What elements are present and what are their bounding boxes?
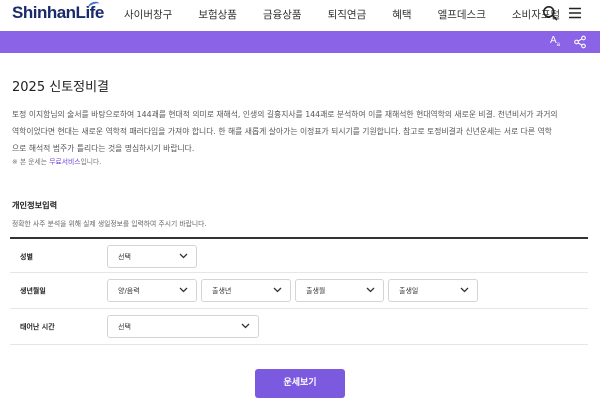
font-size-icon[interactable]: Aa [550,35,560,48]
free-service-link[interactable]: 무료서비스 [49,158,80,166]
birth-month-value: 출생월 [306,287,326,295]
view-fortune-button[interactable]: 운세보기 [255,369,345,398]
site-header: ShinhanLife 사이버창구 보험상품 금융상품 퇴직연금 혜택 엘프데스… [0,0,600,30]
main-nav: 사이버창구 보험상품 금융상품 퇴직연금 혜택 엘프데스크 소비자포털 [124,7,586,22]
birth-month-select[interactable]: 출생월 [295,279,384,302]
birth-time-select[interactable]: 선택 [107,315,259,338]
birth-day-value: 출생일 [399,287,419,295]
birth-time-row: 태어난 시간 선택 [10,309,588,345]
intro-line: 토정 이지함님의 술서를 바탕으로하여 144괘를 현대적 의미로 재해석, 인… [12,110,558,119]
hamburger-menu-icon[interactable] [567,5,583,21]
gender-label: 성별 [20,253,33,261]
birth-time-label: 태어난 시간 [20,323,55,331]
personal-info-form: 성별 선택 생년월일 양/음력 출생년 출생월 출생일 태어난 시간 선택 [10,237,588,345]
nav-item-cyber-window[interactable]: 사이버창구 [124,7,172,22]
chevron-down-icon [241,323,250,329]
intro-text: 토정 이지함님의 술서를 바탕으로하여 144괘를 현대적 의미로 재해석, 인… [12,106,592,157]
birth-day-select[interactable]: 출생일 [388,279,478,302]
chevron-down-icon [273,287,282,293]
calendar-type-select[interactable]: 양/음력 [107,279,197,302]
notice-prefix: ※ 본 운세는 [12,158,50,166]
birth-year-value: 출생년 [212,287,232,295]
chevron-down-icon [460,287,469,293]
intro-line: 으로 해석적 범주가 틀리다는 것을 명심하시기 바랍니다. [12,144,195,153]
section-title: 개인정보입력 [12,200,58,210]
intro-line: 역학이었다면 현대는 새로운 역학적 패러다임을 가져야 합니다. 한 해를 새… [12,127,552,136]
share-icon[interactable] [573,35,587,49]
birth-time-value: 선택 [118,323,131,331]
birthdate-row: 생년월일 양/음력 출생년 출생월 출생일 [10,273,588,309]
calendar-type-value: 양/음력 [118,287,140,295]
gender-row: 성별 선택 [10,237,588,273]
nav-item-pension[interactable]: 퇴직연금 [328,7,367,22]
chevron-down-icon [366,287,375,293]
gender-select-value: 선택 [118,253,131,261]
birth-year-select[interactable]: 출생년 [201,279,291,302]
gender-select[interactable]: 선택 [107,245,197,268]
birthdate-label: 생년월일 [20,287,46,295]
nav-item-benefits[interactable]: 혜택 [392,7,411,22]
free-service-notice: ※ 본 운세는 무료서비스입니다. [12,156,101,166]
notice-suffix: 입니다. [80,158,102,166]
chevron-down-icon [179,253,188,259]
nav-item-help-desk[interactable]: 엘프데스크 [438,7,486,22]
nav-item-insurance[interactable]: 보험상품 [198,7,237,22]
section-description: 정확한 사주 분석을 위해 실제 생일정보를 입력하여 주시기 바랍니다. [12,220,207,228]
search-icon[interactable] [542,5,558,21]
chevron-down-icon [179,287,188,293]
page-title: 2025 신토정비결 [12,80,110,95]
utility-toolbar: Aa [0,31,600,53]
nav-item-finance[interactable]: 금융상품 [263,7,302,22]
